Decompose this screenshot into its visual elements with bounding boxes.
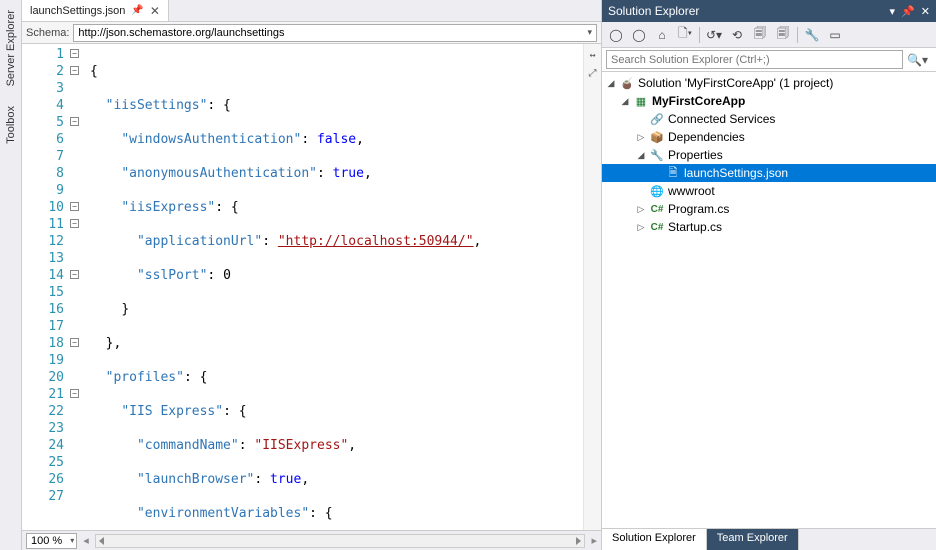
file-tab-label: launchSettings.json — [30, 5, 125, 17]
dependencies-label: Dependencies — [668, 130, 745, 144]
editor-right-strip: ↔ ⤢ — [583, 44, 601, 530]
fold-column: − − − − − − − − — [70, 46, 80, 398]
editor-tab-row: launchSettings.json 📌 ✕ — [22, 0, 601, 22]
fold-toggle[interactable]: − — [70, 117, 79, 126]
sync-icon[interactable]: 🗋▾ — [676, 26, 694, 44]
zoom-value: 100 % — [31, 535, 62, 547]
startup-cs-node[interactable]: ▷ C# Startup.cs — [602, 218, 936, 236]
wwwroot-node[interactable]: 🌐 wwwroot — [602, 182, 936, 200]
preview-icon[interactable]: ▭ — [826, 26, 844, 44]
program-cs-node[interactable]: ▷ C# Program.cs — [602, 200, 936, 218]
dependencies-node[interactable]: ▷ 📦 Dependencies — [602, 128, 936, 146]
horizontal-scrollbar[interactable] — [95, 534, 586, 548]
project-label: MyFirstCoreApp — [652, 94, 745, 108]
solution-explorer-titlebar[interactable]: Solution Explorer ▾ 📌 ✕ — [602, 0, 936, 22]
pin-icon[interactable]: 📌 — [131, 5, 143, 16]
tab-team-explorer[interactable]: Team Explorer — [707, 529, 799, 550]
expand-icon[interactable]: ▷ — [636, 222, 646, 233]
refresh-icon[interactable]: ⟲ — [728, 26, 746, 44]
csharp-project-icon: ▦ — [634, 94, 648, 108]
home-icon[interactable]: ⌂ — [653, 26, 671, 44]
server-explorer-tab[interactable]: Server Explorer — [3, 4, 19, 92]
close-icon[interactable]: ✕ — [150, 5, 160, 17]
line-gutter: 1 2 3 4 5 6 7 8 9 10 11 12 13 14 15 16 1… — [22, 44, 86, 530]
dropdown-icon[interactable]: ▾ — [890, 5, 896, 18]
solution-tree[interactable]: ◢ 🧉 Solution 'MyFirstCoreApp' (1 project… — [602, 72, 936, 528]
split-icon[interactable]: ↔ — [586, 48, 600, 62]
solution-explorer-title: Solution Explorer — [608, 4, 699, 18]
expand-icon[interactable]: ▷ — [636, 132, 646, 143]
project-node[interactable]: ◢ ▦ MyFirstCoreApp — [602, 92, 936, 110]
fold-toggle[interactable]: − — [70, 66, 79, 75]
wwwroot-label: wwwroot — [668, 184, 715, 198]
code-editor[interactable]: 1 2 3 4 5 6 7 8 9 10 11 12 13 14 15 16 1… — [22, 44, 601, 530]
nav-left-icon[interactable]: ◂ — [83, 534, 89, 547]
fold-toggle[interactable]: − — [70, 49, 79, 58]
solution-root[interactable]: ◢ 🧉 Solution 'MyFirstCoreApp' (1 project… — [602, 74, 936, 92]
showall-icon[interactable]: 🗐 — [774, 26, 792, 44]
connected-services-label: Connected Services — [668, 112, 775, 126]
csharp-file-icon: C# — [650, 202, 664, 216]
solution-explorer-pane: Solution Explorer ▾ 📌 ✕ ◯ ◯ ⌂ 🗋▾ ↺▾ ⟲ 🗐 … — [602, 0, 936, 550]
code-body[interactable]: { "iisSettings": { "windowsAuthenticatio… — [86, 44, 583, 530]
properties-icon[interactable]: 🔧 — [803, 26, 821, 44]
expand-icon[interactable]: ▷ — [636, 204, 646, 215]
connected-services-node[interactable]: 🔗 Connected Services — [602, 110, 936, 128]
connected-services-icon: 🔗 — [650, 112, 664, 126]
globe-icon: 🌐 — [650, 184, 664, 198]
json-file-icon: 🗎 — [666, 166, 680, 180]
expand-icon[interactable]: ◢ — [620, 96, 630, 107]
history-icon[interactable]: ↺▾ — [705, 26, 723, 44]
fold-toggle[interactable]: − — [70, 202, 79, 211]
left-toolwindow-tabs: Server Explorer Toolbox — [0, 0, 22, 550]
schema-row: Schema: http://json.schemastore.org/laun… — [22, 22, 601, 44]
tab-solution-explorer[interactable]: Solution Explorer — [602, 529, 707, 550]
close-icon[interactable]: ✕ — [921, 5, 930, 18]
launchsettings-node[interactable]: 🗎 launchSettings.json — [602, 164, 936, 182]
expand-icon[interactable]: ◢ — [606, 78, 616, 89]
chevron-down-icon: ▾ — [587, 27, 592, 38]
properties-node[interactable]: ◢ 🔧 Properties — [602, 146, 936, 164]
back-icon[interactable]: ◯ — [607, 26, 625, 44]
csharp-file-icon: C# — [650, 220, 664, 234]
editor-footer: 100 % ◂ ▸ — [22, 530, 601, 550]
zoom-dropdown[interactable]: 100 % — [26, 533, 77, 549]
collapse-icon[interactable]: 🗐 — [751, 26, 769, 44]
dependencies-icon: 📦 — [650, 130, 664, 144]
fold-toggle[interactable]: − — [70, 219, 79, 228]
launchsettings-label: launchSettings.json — [684, 166, 788, 180]
solution-toolbar: ◯ ◯ ⌂ 🗋▾ ↺▾ ⟲ 🗐 🗐 🔧 ▭ — [602, 22, 936, 48]
solution-bottom-tabs: Solution Explorer Team Explorer — [602, 528, 936, 550]
schema-label: Schema: — [26, 27, 69, 39]
solution-search-input[interactable] — [606, 50, 903, 69]
expand-icon[interactable]: ◢ — [636, 150, 646, 161]
solution-icon: 🧉 — [620, 76, 634, 90]
nav-right-icon[interactable]: ▸ — [591, 534, 597, 547]
file-tab-launchsettings[interactable]: launchSettings.json 📌 ✕ — [22, 0, 169, 21]
search-icon[interactable]: 🔍▾ — [903, 53, 932, 67]
startup-label: Startup.cs — [668, 220, 722, 234]
schema-dropdown[interactable]: http://json.schemastore.org/launchsettin… — [73, 24, 597, 42]
editor-pane: launchSettings.json 📌 ✕ Schema: http://j… — [22, 0, 602, 550]
toolbox-tab[interactable]: Toolbox — [3, 100, 19, 150]
solution-root-label: Solution 'MyFirstCoreApp' (1 project) — [638, 76, 833, 90]
fold-toggle[interactable]: − — [70, 338, 79, 347]
expand-icon[interactable]: ⤢ — [586, 66, 600, 80]
properties-label: Properties — [668, 148, 723, 162]
program-label: Program.cs — [668, 202, 729, 216]
fold-toggle[interactable]: − — [70, 389, 79, 398]
schema-value: http://json.schemastore.org/launchsettin… — [78, 27, 284, 39]
solution-search-row: 🔍▾ — [602, 48, 936, 72]
forward-icon[interactable]: ◯ — [630, 26, 648, 44]
pin-icon[interactable]: 📌 — [901, 5, 915, 18]
wrench-icon: 🔧 — [650, 148, 664, 162]
fold-toggle[interactable]: − — [70, 270, 79, 279]
